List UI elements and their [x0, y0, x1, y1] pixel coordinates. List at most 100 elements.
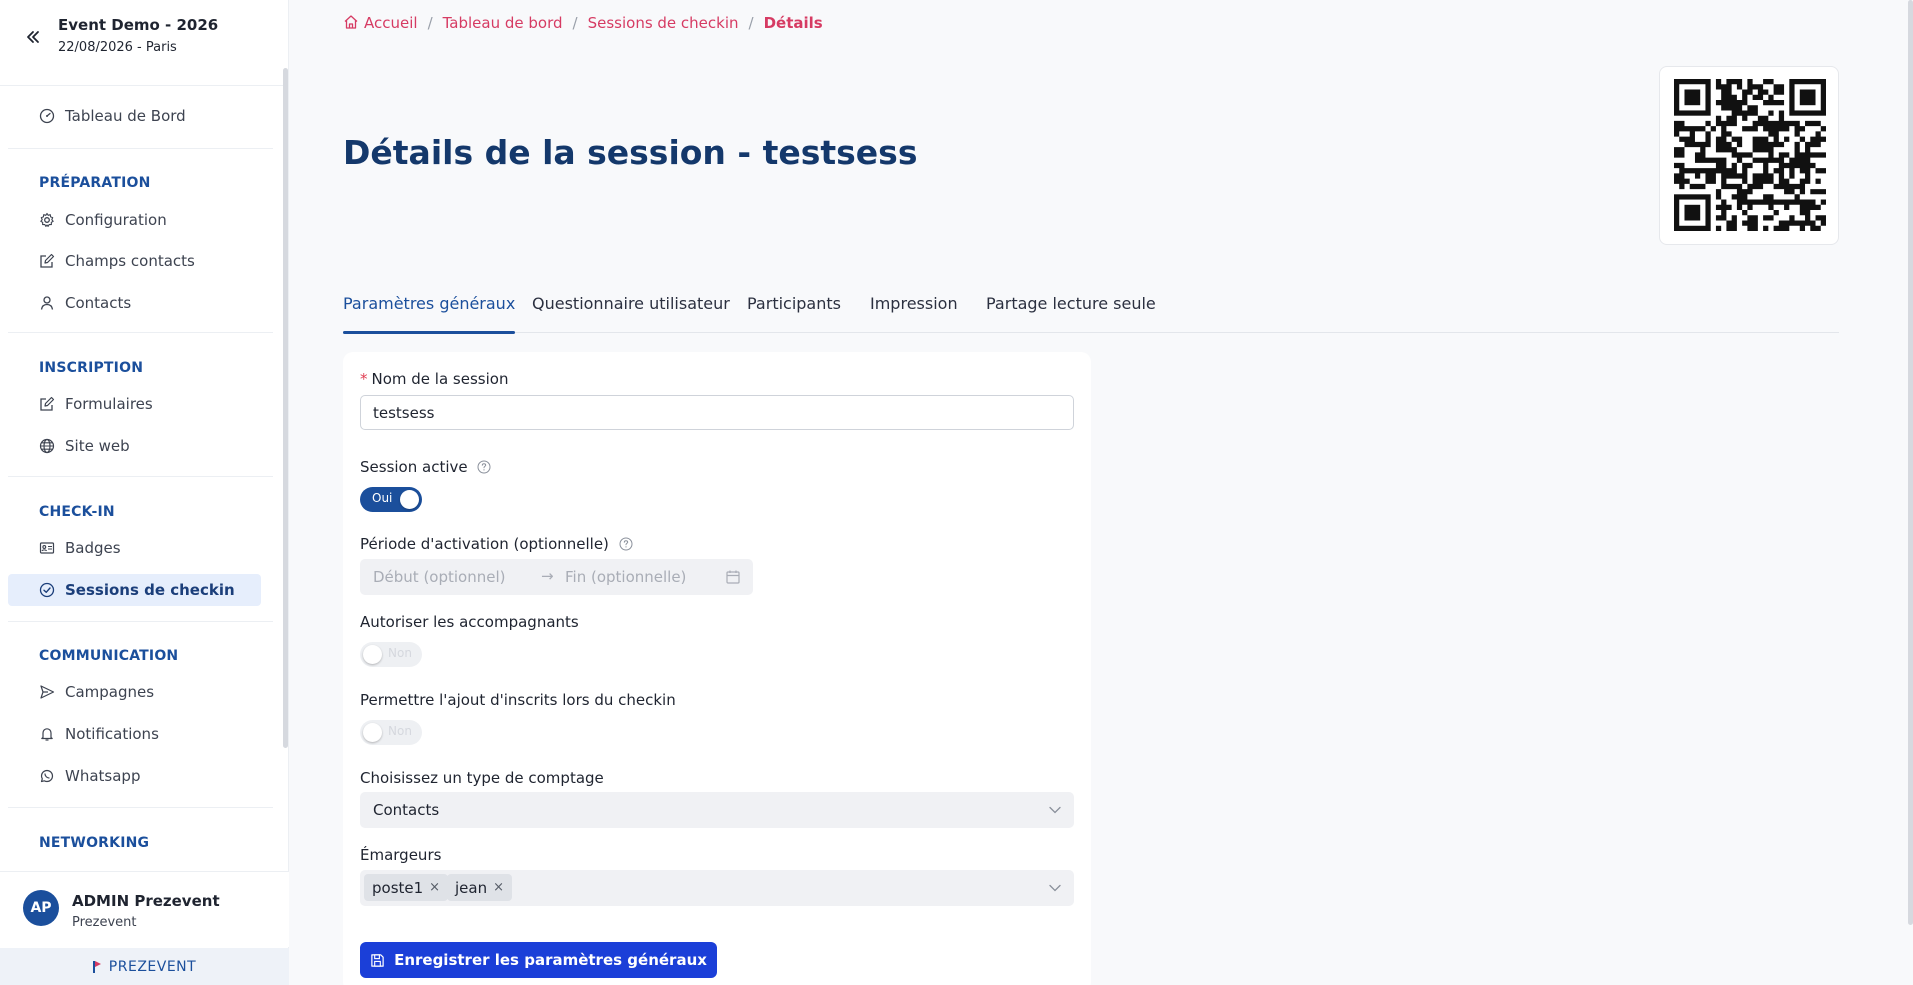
section-checkin: CHECK-IN — [39, 504, 115, 520]
tab-general[interactable]: Paramètres généraux — [343, 294, 516, 334]
sidebar-item-label: Configuration — [65, 211, 167, 229]
period-end-input[interactable]: Fin (optionnelle) — [565, 568, 686, 586]
edit-icon — [40, 396, 55, 411]
add-registrants-label: Permettre l'ajout d'inscrits lors du che… — [360, 691, 676, 709]
user-profile[interactable]: AP ADMIN Prezevent Prezevent — [0, 871, 289, 947]
save-icon — [371, 953, 384, 967]
check-circle-icon — [39, 582, 55, 598]
sidebar-item-label: Sessions de checkin — [65, 581, 235, 599]
section-inscription: INSCRIPTION — [39, 360, 144, 376]
help-icon[interactable] — [619, 537, 633, 551]
breadcrumb-current: Détails — [763, 14, 823, 32]
page-title: Détails de la session - testsess — [343, 133, 918, 172]
sidebar-item-campagnes[interactable]: Campagnes — [8, 676, 261, 708]
collapse-sidebar-icon[interactable] — [22, 26, 44, 48]
sidebar-item-label: Whatsapp — [65, 767, 141, 785]
emargeur-tag: jean × — [447, 874, 513, 901]
add-registrants-toggle[interactable]: Non — [360, 720, 422, 745]
arrow-right-icon: → — [541, 567, 554, 585]
sidebar-item-sessions-checkin[interactable]: Sessions de checkin — [8, 574, 261, 606]
sidebar-item-badges[interactable]: Badges — [8, 532, 261, 564]
tab-questionnaire[interactable]: Questionnaire utilisateur — [532, 294, 730, 333]
remove-tag-icon[interactable]: × — [429, 880, 440, 895]
qr-code[interactable] — [1659, 66, 1839, 245]
sidebar-item-contacts[interactable]: Contacts — [8, 287, 261, 319]
required-mark: * — [360, 370, 368, 388]
sidebar-item-label: Badges — [65, 539, 121, 557]
divider — [8, 807, 273, 808]
session-active-toggle[interactable]: Oui — [360, 487, 422, 512]
event-header: Event Demo - 2026 22/08/2026 - Paris — [0, 0, 289, 86]
count-type-select[interactable]: Contacts — [360, 792, 1074, 828]
sidebar-item-label: Notifications — [65, 725, 159, 743]
companions-toggle[interactable]: Non — [360, 642, 422, 667]
sidebar-item-label: Campagnes — [65, 683, 155, 701]
general-settings-form: *Nom de la session Session active Oui Pé… — [343, 352, 1091, 985]
divider — [8, 476, 273, 477]
help-icon[interactable] — [477, 460, 491, 474]
sidebar-item-label: Contacts — [65, 294, 132, 312]
user-name: ADMIN Prezevent — [72, 892, 220, 910]
sidebar-item-label: Site web — [65, 437, 130, 455]
chevron-down-icon — [1049, 806, 1061, 814]
send-icon — [40, 685, 55, 699]
period-start-input[interactable]: Début (optionnel) — [373, 568, 506, 586]
sidebar-item-notifications[interactable]: Notifications — [8, 718, 261, 750]
event-title: Event Demo - 2026 — [58, 16, 219, 34]
sidebar: Event Demo - 2026 22/08/2026 - Paris Tab… — [0, 0, 289, 985]
prezevent-logo-icon — [92, 960, 101, 973]
activation-period-range[interactable]: Début (optionnel) → Fin (optionnelle) — [360, 559, 753, 595]
tab-bar: Paramètres généraux Questionnaire utilis… — [343, 292, 1839, 334]
session-active-label: Session active — [360, 458, 491, 476]
gear-icon — [40, 212, 54, 227]
sidebar-item-label: Tableau de Bord — [65, 107, 186, 125]
user-organization: Prezevent — [72, 915, 137, 930]
sidebar-item-label: Formulaires — [65, 395, 153, 413]
session-name-label: * Nom de la session — [360, 370, 509, 388]
sidebar-item-whatsapp[interactable]: Whatsapp — [8, 760, 261, 792]
user-icon — [40, 296, 54, 310]
sidebar-item-formulaires[interactable]: Formulaires — [8, 388, 261, 420]
qr-code-icon — [1674, 79, 1826, 231]
activation-period-label: Période d'activation (optionnelle) — [360, 535, 633, 553]
event-subtitle: 22/08/2026 - Paris — [58, 40, 177, 55]
section-communication: COMMUNICATION — [39, 648, 179, 664]
companions-label: Autoriser les accompagnants — [360, 613, 579, 631]
count-type-value: Contacts — [373, 801, 440, 819]
gauge-icon — [39, 108, 55, 124]
brand-name: PREZEVENT — [108, 958, 197, 975]
page-scrollbar[interactable] — [1908, 0, 1913, 925]
emargeurs-select[interactable]: poste1 × jean × — [360, 870, 1074, 906]
sidebar-item-site-web[interactable]: Site web — [8, 430, 261, 462]
sidebar-item-dashboard[interactable]: Tableau de Bord — [8, 100, 261, 132]
tab-impression[interactable]: Impression — [870, 294, 958, 333]
emargeur-tag: poste1 × — [364, 874, 449, 901]
divider — [8, 332, 273, 333]
breadcrumb-home[interactable]: Accueil — [343, 14, 418, 32]
save-general-settings-button[interactable]: Enregistrer les paramètres généraux — [360, 942, 717, 978]
divider — [8, 621, 273, 622]
sidebar-item-label: Champs contacts — [65, 252, 195, 270]
count-type-label: Choisissez un type de comptage — [360, 769, 604, 787]
whatsapp-icon — [40, 769, 54, 783]
sidebar-item-configuration[interactable]: Configuration — [8, 204, 261, 236]
remove-tag-icon[interactable]: × — [493, 880, 504, 895]
sidebar-nav: Tableau de Bord PRÉPARATION Configuratio… — [0, 86, 282, 871]
home-icon — [344, 15, 358, 29]
sidebar-item-champs-contacts[interactable]: Champs contacts — [8, 245, 261, 277]
emargeurs-label: Émargeurs — [360, 846, 442, 864]
bell-icon — [41, 728, 53, 741]
tab-partage[interactable]: Partage lecture seule — [986, 294, 1156, 333]
chevron-down-icon — [1049, 884, 1061, 892]
globe-icon — [39, 438, 55, 454]
breadcrumb: Accueil / Tableau de bord / Sessions de … — [343, 14, 823, 32]
calendar-icon[interactable] — [725, 569, 741, 585]
tab-participants[interactable]: Participants — [747, 294, 841, 333]
section-networking: NETWORKING — [39, 835, 150, 851]
section-preparation: PRÉPARATION — [39, 175, 151, 191]
breadcrumb-dashboard[interactable]: Tableau de bord — [443, 14, 563, 32]
sidebar-scrollbar[interactable] — [283, 68, 288, 748]
breadcrumb-sessions[interactable]: Sessions de checkin — [588, 14, 739, 32]
edit-icon — [40, 253, 55, 268]
session-name-input[interactable] — [360, 395, 1074, 430]
